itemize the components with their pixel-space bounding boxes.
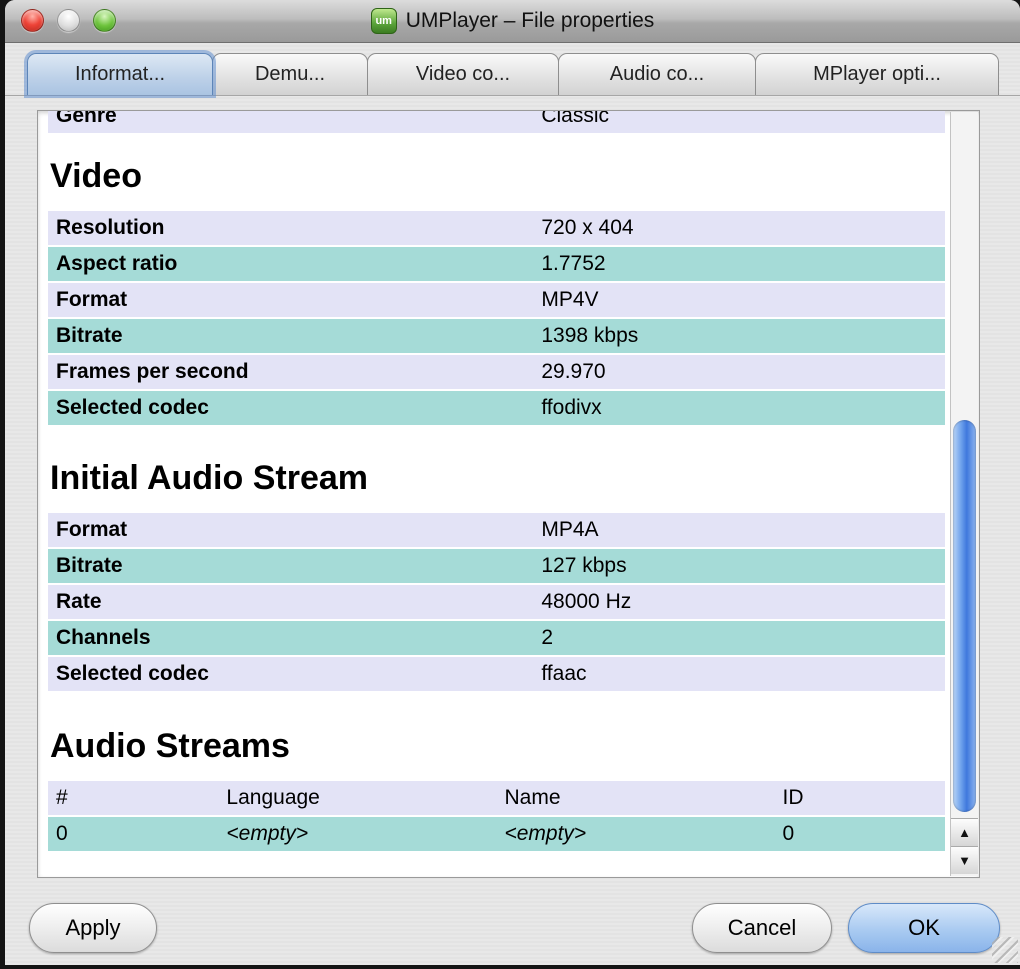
tab-video-codec-label: Video co... (415, 63, 511, 85)
property-row-video-codec: Selected codec ffodivx (48, 391, 945, 425)
scroll-up-button[interactable]: ▲ (951, 818, 978, 846)
column-header-id: ID (782, 786, 804, 809)
column-header-name: Name (504, 786, 561, 809)
stream-language: <empty> (226, 822, 309, 845)
title-bar[interactable]: um UMPlayer – File properties (5, 0, 1020, 43)
property-label: Format (56, 288, 128, 311)
tab-video-codec[interactable]: Video co... (367, 53, 559, 95)
property-row-audio-bitrate: Bitrate 127 kbps (48, 549, 945, 583)
property-value: 1.7752 (541, 252, 606, 275)
property-label: Bitrate (56, 324, 123, 347)
tab-information[interactable]: Informat... (27, 53, 213, 95)
property-row-video-bitrate: Bitrate 1398 kbps (48, 319, 945, 353)
property-value: 1398 kbps (541, 324, 639, 347)
property-label: Selected codec (56, 396, 209, 419)
scrollbar-thumb[interactable] (953, 420, 976, 812)
apply-button-label: Apply (65, 915, 121, 940)
property-label: Resolution (56, 216, 165, 239)
ok-button[interactable]: OK (848, 903, 1000, 953)
stream-number: 0 (56, 822, 68, 845)
property-value: 48000 Hz (541, 590, 632, 613)
property-row-audio-rate: Rate 48000 Hz (48, 585, 945, 619)
cancel-button-label: Cancel (727, 915, 797, 940)
property-value: MP4V (541, 288, 599, 311)
stream-id: 0 (782, 822, 795, 845)
title-area: um UMPlayer – File properties (370, 8, 655, 34)
scroll-up-icon: ▲ (958, 825, 971, 840)
property-label: Rate (56, 590, 102, 613)
property-label: Selected codec (56, 662, 209, 685)
tab-demuxer-label: Demu... (254, 63, 326, 85)
property-value: MP4A (541, 518, 599, 541)
property-value: ffodivx (541, 396, 602, 419)
close-button[interactable] (21, 9, 44, 32)
property-row-fps: Frames per second 29.970 (48, 355, 945, 389)
property-value: 127 kbps (541, 554, 627, 577)
property-label: Frames per second (56, 360, 249, 383)
property-row-video-format: Format MP4V (48, 283, 945, 317)
resize-grip[interactable] (992, 937, 1018, 963)
tab-demuxer[interactable]: Demu... (212, 53, 368, 95)
window-title: UMPlayer – File properties (405, 9, 655, 32)
property-value: Classic (541, 111, 610, 127)
column-header-number: # (56, 786, 68, 809)
properties-panel: Genre Classic Video Resolution 720 x 404… (37, 110, 980, 878)
property-value: 29.970 (541, 360, 606, 383)
property-row-audio-channels: Channels 2 (48, 621, 945, 655)
tab-information-label: Informat... (74, 63, 166, 85)
vertical-scrollbar[interactable]: ▲ ▼ (950, 112, 978, 876)
column-header-language: Language (226, 786, 320, 809)
scroll-view[interactable]: Genre Classic Video Resolution 720 x 404… (48, 111, 945, 877)
zoom-button[interactable] (93, 9, 116, 32)
audio-stream-row: 0 <empty> <empty> 0 (48, 817, 945, 851)
property-row-aspect-ratio: Aspect ratio 1.7752 (48, 247, 945, 281)
minimize-button[interactable] (57, 9, 80, 32)
scroll-down-icon: ▼ (958, 853, 971, 868)
property-label: Channels (56, 626, 151, 649)
cancel-button[interactable]: Cancel (692, 903, 832, 953)
umplayer-app-icon: um (370, 8, 397, 34)
property-label: Format (56, 518, 128, 541)
property-label: Genre (56, 111, 117, 127)
property-label: Bitrate (56, 554, 123, 577)
section-title-video: Video (50, 157, 142, 195)
tab-mplayer-options-label: MPlayer opti... (813, 63, 941, 85)
stream-name: <empty> (504, 822, 587, 845)
scroll-down-button[interactable]: ▼ (951, 846, 978, 874)
property-row-audio-format: Format MP4A (48, 513, 945, 547)
section-title-initial-audio-stream: Initial Audio Stream (50, 459, 369, 497)
section-title-audio-streams: Audio Streams (50, 727, 290, 765)
property-label: Aspect ratio (56, 252, 178, 275)
tab-mplayer-options[interactable]: MPlayer opti... (755, 53, 999, 95)
property-value: 2 (541, 626, 554, 649)
property-row-audio-codec: Selected codec ffaac (48, 657, 945, 691)
traffic-lights (21, 9, 129, 32)
property-value: 720 x 404 (541, 216, 634, 239)
property-row-genre: Genre Classic (48, 111, 945, 133)
apply-button[interactable]: Apply (29, 903, 157, 953)
tab-audio-codec[interactable]: Audio co... (558, 53, 756, 95)
umplayer-file-properties-window: um UMPlayer – File properties Informat..… (5, 0, 1020, 965)
ok-button-label: OK (908, 915, 940, 940)
tab-audio-codec-label: Audio co... (609, 63, 705, 85)
tab-bar: Informat... Demu... Video co... Audio co… (5, 42, 1020, 96)
property-row-resolution: Resolution 720 x 404 (48, 211, 945, 245)
audio-streams-header-row: # Language Name ID (48, 781, 945, 815)
property-value: ffaac (541, 662, 587, 685)
